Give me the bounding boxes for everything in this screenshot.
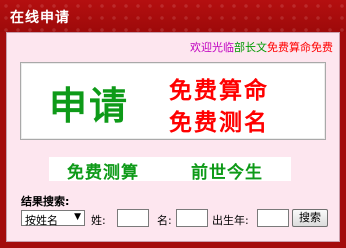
birth-year-label: 出生年:: [212, 214, 249, 227]
search-type-value: 按姓名: [25, 214, 58, 227]
marquee-text-free: 免费算命免费: [267, 41, 333, 54]
promo-past-life: 前世今生: [191, 163, 263, 183]
given-name-input[interactable]: [176, 209, 208, 227]
banner-apply-text: 申请: [49, 84, 130, 128]
widget-frame: 在线申请 欢迎光临部长文免费算命免费 申请 免费算命 免费测名 免费测算 前世今…: [0, 0, 346, 248]
widget-title: 在线申请: [10, 10, 70, 26]
results-search-label: 结果搜索:: [21, 195, 70, 208]
promo-free-calc: 免费测算: [67, 163, 139, 183]
promo-strip[interactable]: 免费测算 前世今生: [49, 157, 291, 183]
birth-year-input[interactable]: [257, 209, 289, 227]
chevron-down-icon: ▼: [74, 212, 81, 222]
given-name-label: 名:: [157, 214, 172, 227]
welcome-marquee: 欢迎光临部长文免费算命免费: [190, 39, 333, 55]
search-type-select[interactable]: 按姓名 ▼: [21, 210, 85, 227]
apply-banner[interactable]: 申请 免费算命 免费测名: [20, 62, 326, 140]
surname-label: 姓:: [91, 214, 106, 227]
marquee-text-welcome: 欢迎光临: [190, 41, 234, 54]
marquee-text-name: 部长文: [234, 41, 267, 54]
content-panel: 欢迎光临部长文免费算命免费 申请 免费算命 免费测名 免费测算 前世今生 结果搜…: [6, 32, 340, 242]
surname-input[interactable]: [117, 209, 149, 227]
banner-line-fortune: 免费算命: [169, 78, 269, 104]
banner-line-naming: 免费测名: [169, 110, 269, 136]
title-bar: 在线申请: [0, 0, 346, 32]
search-button[interactable]: 搜索: [292, 209, 328, 227]
